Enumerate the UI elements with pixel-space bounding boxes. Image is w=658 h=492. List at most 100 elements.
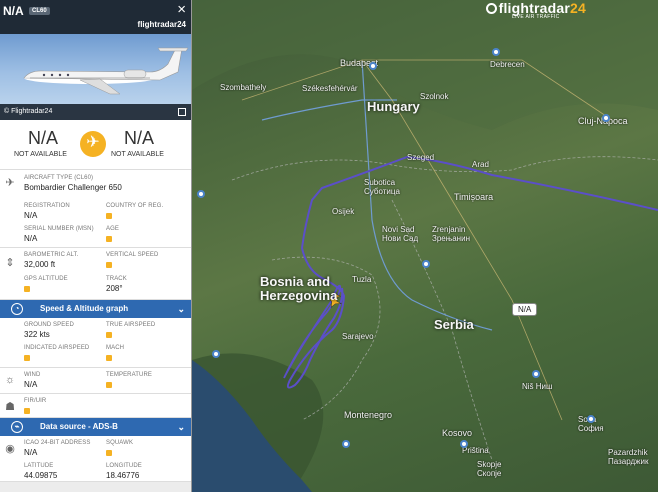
- close-button[interactable]: ×: [177, 2, 186, 17]
- map-country-kosovo: Kosovo: [442, 428, 473, 438]
- squawk-label: SQUAWK: [106, 440, 134, 446]
- map-country-hungary: Hungary: [367, 99, 420, 114]
- photo-credit: © Flightradar24: [0, 104, 191, 120]
- longitude-value: 18.46776: [106, 471, 140, 480]
- destination-status: NOT AVAILABLE: [111, 151, 164, 158]
- flight-map[interactable]: flightradar24 LIVE AIR TRAFFIC Hungary B…: [192, 0, 658, 492]
- speed-section: GROUND SPEED 322 kts TRUE AIRSPEED INDIC…: [0, 318, 191, 368]
- map-pin-belgrade[interactable]: [422, 260, 430, 268]
- lock-icon: [106, 382, 112, 388]
- map-city-sarajevo: Sarajevo: [342, 332, 374, 341]
- sun-icon: ☼: [4, 374, 16, 386]
- map-pin-pristina[interactable]: [460, 440, 468, 448]
- aircraft-section: ✈ AIRCRAFT TYPE (CL60) Bombardier Challe…: [0, 170, 191, 248]
- aircraft-type-label: AIRCRAFT TYPE (CL60): [24, 175, 94, 181]
- map-pin-cluj[interactable]: [602, 114, 610, 122]
- aircraft-callout[interactable]: N/A: [512, 303, 538, 316]
- lock-icon: [24, 408, 30, 414]
- registration-value: N/A: [24, 211, 38, 220]
- panel-header: N/A CL60 × flightradar24: [0, 0, 191, 34]
- person-icon: ☗: [5, 401, 15, 413]
- map-city-szolnok: Szolnok: [420, 92, 449, 101]
- lock-icon: [24, 355, 30, 361]
- map-pin-debrecen[interactable]: [492, 48, 500, 56]
- altitude-icon: ⇕: [5, 257, 15, 269]
- map-city-szombathely: Szombathely: [220, 83, 267, 92]
- ground-speed-label: GROUND SPEED: [24, 322, 74, 328]
- age-label: AGE: [106, 226, 119, 232]
- chevron-down-icon: ⌄: [177, 422, 185, 432]
- latitude-value: 44.09875: [24, 471, 58, 480]
- longitude-label: LONGITUDE: [106, 463, 142, 469]
- serial-label: SERIAL NUMBER (MSN): [24, 226, 94, 232]
- map-country-bosnia: Bosnia and Herzegovina: [260, 274, 338, 303]
- baro-alt-value: 32,000 ft: [24, 260, 56, 269]
- flight-info-panel: N/A CL60 × flightradar24 © Flightradar24…: [0, 0, 192, 492]
- lock-icon: [106, 262, 112, 268]
- source-section: ◉ ICAO 24-BIT ADDRESS N/A SQUAWK LATITUD…: [0, 436, 191, 482]
- map-city-zrenjanin: Zrenjanin Зрењанин: [432, 225, 470, 243]
- gps-alt-label: GPS ALTITUDE: [24, 276, 68, 282]
- track-label: TRACK: [106, 276, 127, 282]
- data-source-toggle[interactable]: ⌁ Data source - ADS-B ⌄: [0, 418, 191, 436]
- map-city-szekesfehervar: Székesfehérvár: [302, 84, 358, 93]
- wind-label: WIND: [24, 372, 41, 378]
- map-city-skopje: Skopje Скопје: [477, 460, 502, 478]
- airplane-icon: ✈: [80, 131, 106, 157]
- map-city-nis: Niš Ниш: [522, 382, 553, 391]
- destination-code[interactable]: N/A: [124, 128, 154, 149]
- lock-icon: [106, 213, 112, 219]
- map-pin-split[interactable]: [212, 350, 220, 358]
- registration-label: REGISTRATION: [24, 203, 70, 209]
- icao-label: ICAO 24-BIT ADDRESS: [24, 440, 91, 446]
- altitude-section: ⇕ BAROMETRIC ALT. 32,000 ft VERTICAL SPE…: [0, 248, 191, 300]
- speed-graph-toggle[interactable]: ◔ Speed & Altitude graph ⌄: [0, 300, 191, 318]
- latitude-label: LATITUDE: [24, 463, 54, 469]
- origin-status: NOT AVAILABLE: [14, 151, 67, 158]
- lock-icon: [106, 355, 112, 361]
- map-pin-podgorica[interactable]: [342, 440, 350, 448]
- speed-graph-label: Speed & Altitude graph: [40, 304, 129, 313]
- ground-speed-value: 322 kts: [24, 330, 50, 339]
- fir-label: FIR/UIR: [24, 398, 47, 404]
- map-country-montenegro: Montenegro: [344, 410, 393, 420]
- map-city-sofia: Sofia София: [578, 415, 604, 433]
- flight-id: N/A: [3, 4, 24, 18]
- brand-label: flightradar24: [137, 20, 186, 29]
- map-city-tuzla: Tuzla: [352, 275, 372, 284]
- chevron-down-icon: ⌄: [177, 304, 185, 314]
- track-value: 208°: [106, 284, 123, 293]
- speedometer-icon: ◔: [11, 303, 23, 315]
- aircraft-type-badge: CL60: [29, 7, 50, 15]
- data-source-label: Data source - ADS-B: [40, 422, 118, 431]
- map-city-subotica: Subotica Суботица: [364, 178, 400, 196]
- serial-value: N/A: [24, 234, 38, 243]
- map-city-osijek: Osijek: [332, 207, 355, 216]
- fir-section: ☗ FIR/UIR: [0, 394, 191, 418]
- vspeed-label: VERTICAL SPEED: [106, 252, 159, 258]
- map-pin-nis[interactable]: [532, 370, 540, 378]
- baro-alt-label: BAROMETRIC ALT.: [24, 252, 79, 258]
- aircraft-photo-icon: [23, 47, 189, 95]
- weather-section: ☼ WIND N/A TEMPERATURE: [0, 368, 191, 394]
- wind-value: N/A: [24, 380, 38, 389]
- route-section: N/A NOT AVAILABLE ✈ N/A NOT AVAILABLE: [0, 120, 191, 170]
- external-link-icon[interactable]: [178, 108, 186, 116]
- aircraft-type-value: Bombardier Challenger 650: [24, 183, 122, 192]
- lock-icon: [106, 236, 112, 242]
- icao-value: N/A: [24, 448, 38, 457]
- map-pin-budapest[interactable]: [369, 62, 377, 70]
- lock-icon: [24, 286, 30, 292]
- indicated-airspeed-label: INDICATED AIRSPEED: [24, 345, 90, 351]
- map-city-debrecen: Debrecen: [490, 60, 525, 69]
- map-country-serbia: Serbia: [434, 317, 474, 332]
- map-city-szeged: Szeged: [407, 153, 435, 162]
- map-pin-zagreb[interactable]: [197, 190, 205, 198]
- map-city-novi-sad: Novi Sad Нови Сад: [382, 225, 419, 243]
- aircraft-photo[interactable]: [0, 34, 191, 104]
- lock-icon: [106, 332, 112, 338]
- map-pin-sofia[interactable]: [587, 415, 595, 423]
- antenna-icon: ⌁: [11, 421, 23, 433]
- mach-label: MACH: [106, 345, 125, 351]
- origin-code[interactable]: N/A: [28, 128, 58, 149]
